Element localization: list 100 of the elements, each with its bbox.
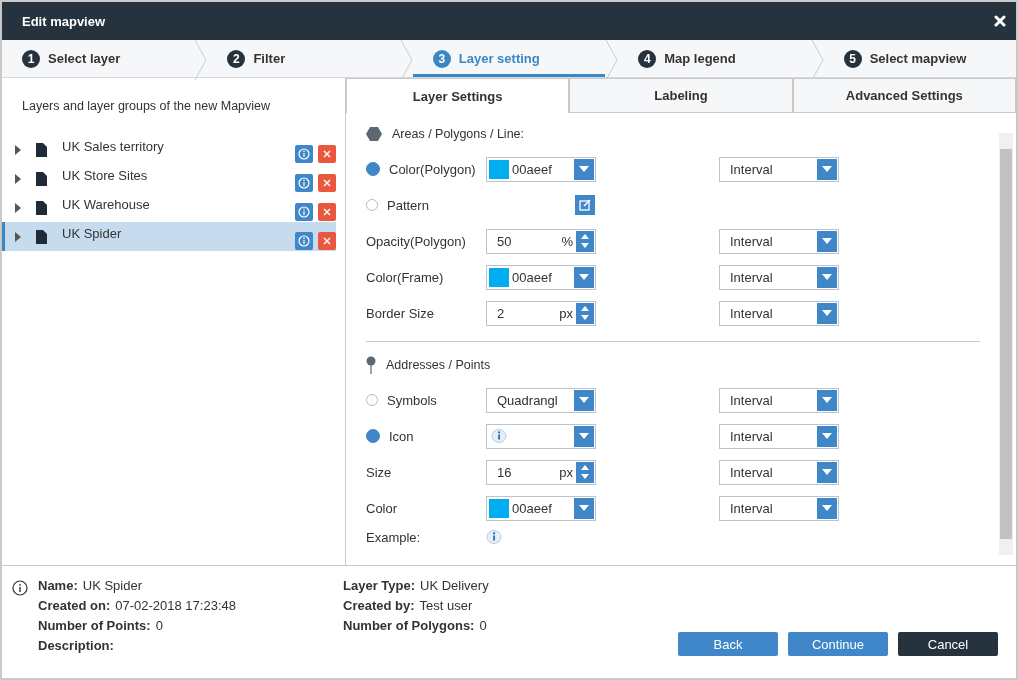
icon-dropdown[interactable] <box>486 423 596 449</box>
caret-icon <box>822 505 832 511</box>
caret-icon <box>822 310 832 316</box>
caret-icon <box>579 433 589 439</box>
expand-arrow-icon <box>15 173 21 184</box>
spinner-button[interactable] <box>576 302 594 324</box>
layer-list-item[interactable]: UK Warehouse <box>2 193 336 222</box>
close-icon <box>322 206 332 217</box>
symbol-dropdown[interactable]: Quadrangl <box>486 387 596 413</box>
dialog-button[interactable]: Cancel <box>898 632 998 656</box>
close-icon[interactable] <box>994 15 1006 27</box>
caret-icon <box>579 274 589 280</box>
info-button[interactable] <box>295 173 313 192</box>
interval-dropdown[interactable]: Interval <box>719 156 839 182</box>
caret-icon <box>822 469 832 475</box>
down-arrow-icon <box>580 314 590 321</box>
info-button[interactable] <box>295 144 313 163</box>
dropdown-button[interactable] <box>817 425 837 447</box>
interval-dropdown[interactable]: Interval <box>719 300 839 326</box>
dropdown-button[interactable] <box>817 302 837 324</box>
delete-button[interactable] <box>318 144 336 163</box>
scrollbar[interactable] <box>999 133 1013 555</box>
info-bubble-icon <box>491 428 507 444</box>
caret-icon <box>822 433 832 439</box>
wizard-step[interactable]: 3 Layer setting <box>412 40 606 77</box>
layer-list-item[interactable]: UK Store Sites <box>2 164 336 193</box>
dropdown-button[interactable] <box>574 425 594 447</box>
color-dropdown[interactable]: 00aeef <box>486 156 596 182</box>
dropdown-button[interactable] <box>574 266 594 288</box>
caret-icon <box>579 166 589 172</box>
chevron-separator <box>605 40 619 80</box>
tab[interactable]: Labeling <box>569 78 793 113</box>
interval-dropdown[interactable]: Interval <box>719 387 839 413</box>
caret-icon <box>579 505 589 511</box>
detail-label: Number of Points: <box>38 618 151 635</box>
expand-arrow-icon <box>15 202 21 213</box>
detail-label: Layer Type: <box>343 578 415 595</box>
spinner-button[interactable] <box>576 230 594 252</box>
caret-icon <box>822 397 832 403</box>
layer-list-item[interactable]: UK Sales territory <box>2 135 336 164</box>
layer-list-item[interactable]: UK Spider <box>2 222 336 251</box>
dropdown-button[interactable] <box>817 389 837 411</box>
wizard-step[interactable]: 2 Filter <box>207 40 400 77</box>
layer-name: UK Spider <box>62 226 123 243</box>
info-bubble-icon <box>486 529 502 545</box>
edit-button[interactable] <box>575 195 595 215</box>
dropdown-button[interactable] <box>817 266 837 288</box>
interval-dropdown[interactable]: Interval <box>719 495 839 521</box>
interval-dropdown[interactable]: Interval <box>719 264 839 290</box>
up-arrow-icon <box>580 233 590 240</box>
number-field[interactable]: 16 px <box>486 459 596 485</box>
dialog-button[interactable]: Continue <box>788 632 888 656</box>
info-button[interactable] <box>295 202 313 221</box>
field-label: Color(Frame) <box>366 269 444 285</box>
color-dropdown[interactable]: 00aeef <box>486 495 596 521</box>
info-icon <box>12 580 28 596</box>
field-label: Symbols <box>387 392 437 408</box>
delete-button[interactable] <box>318 173 336 192</box>
info-icon <box>298 176 310 189</box>
expand-arrow-icon <box>15 144 21 155</box>
layer-name: UK Sales territory <box>62 139 165 156</box>
wizard-step[interactable]: 5 Select mapview <box>823 40 1017 77</box>
tab[interactable]: Layer Settings <box>346 78 570 113</box>
chevron-separator <box>194 40 208 80</box>
dropdown-button[interactable] <box>817 230 837 252</box>
delete-button[interactable] <box>318 231 336 250</box>
dropdown-button[interactable] <box>574 497 594 519</box>
radio-button[interactable] <box>366 429 380 443</box>
number-field[interactable]: 2 px <box>486 300 596 326</box>
document-icon <box>36 200 47 215</box>
color-dropdown[interactable]: 00aeef <box>486 264 596 290</box>
spinner-button[interactable] <box>576 461 594 483</box>
delete-button[interactable] <box>318 202 336 221</box>
wizard-step[interactable]: 1 Select layer <box>2 40 195 77</box>
field-label: Border Size <box>366 305 434 321</box>
dialog-button[interactable]: Back <box>678 632 778 656</box>
layer-name: UK Store Sites <box>62 168 149 185</box>
dropdown-button[interactable] <box>817 461 837 483</box>
dropdown-button[interactable] <box>574 158 594 180</box>
tab[interactable]: Advanced Settings <box>792 78 1016 113</box>
interval-dropdown[interactable]: Interval <box>719 423 839 449</box>
dropdown-button[interactable] <box>817 497 837 519</box>
field-label: Color(Polygon) <box>389 161 476 177</box>
info-button[interactable] <box>295 231 313 250</box>
interval-dropdown[interactable]: Interval <box>719 459 839 485</box>
dropdown-button[interactable] <box>817 158 837 180</box>
chevron-separator <box>810 40 824 80</box>
document-icon <box>36 229 47 244</box>
number-field[interactable]: 50 % <box>486 228 596 254</box>
dropdown-button[interactable] <box>574 389 594 411</box>
wizard-step[interactable]: 4 Map legend <box>618 40 811 77</box>
pin-icon <box>366 356 376 374</box>
close-icon <box>322 235 332 246</box>
radio-button[interactable] <box>366 162 380 176</box>
field-label: Color <box>366 500 398 516</box>
detail-value: 0 <box>479 618 487 635</box>
caret-icon <box>822 166 832 172</box>
detail-value: 0 <box>155 618 163 635</box>
down-arrow-icon <box>580 473 590 480</box>
interval-dropdown[interactable]: Interval <box>719 228 839 254</box>
